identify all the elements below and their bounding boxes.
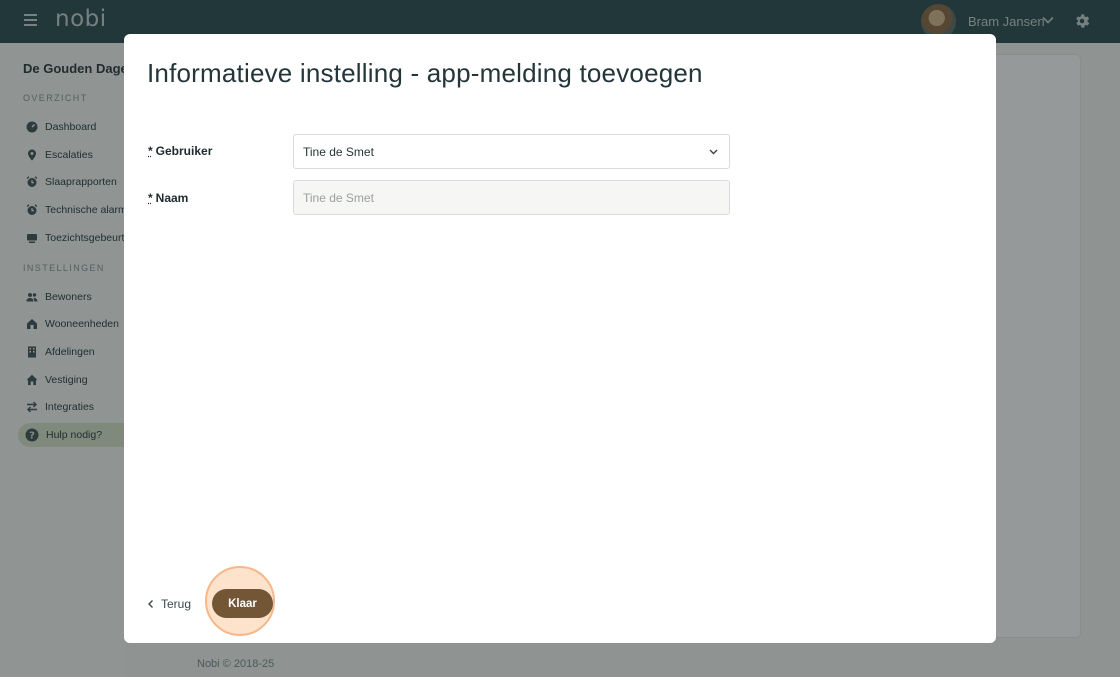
- dialog-title: Informatieve instelling - app-melding to…: [147, 58, 703, 88]
- name-field-label: * Naam: [148, 191, 188, 205]
- user-label-text: Gebruiker: [155, 144, 213, 158]
- done-button[interactable]: Klaar: [212, 589, 273, 618]
- add-app-notification-dialog: Informatieve instelling - app-melding to…: [124, 34, 996, 643]
- name-label-text: Naam: [155, 191, 189, 205]
- required-marker: *: [148, 191, 153, 205]
- user-field-label: * Gebruiker: [148, 144, 212, 158]
- user-select[interactable]: Tine de Smet: [293, 134, 730, 169]
- name-input[interactable]: Tine de Smet: [293, 180, 730, 215]
- back-button-label: Terug: [161, 597, 192, 611]
- user-select-value: Tine de Smet: [303, 144, 374, 159]
- back-button[interactable]: Terug: [146, 597, 191, 611]
- chevron-left-icon: [148, 600, 153, 608]
- chevron-down-icon: [709, 149, 718, 155]
- name-input-value: Tine de Smet: [303, 190, 374, 205]
- required-marker: *: [148, 144, 153, 158]
